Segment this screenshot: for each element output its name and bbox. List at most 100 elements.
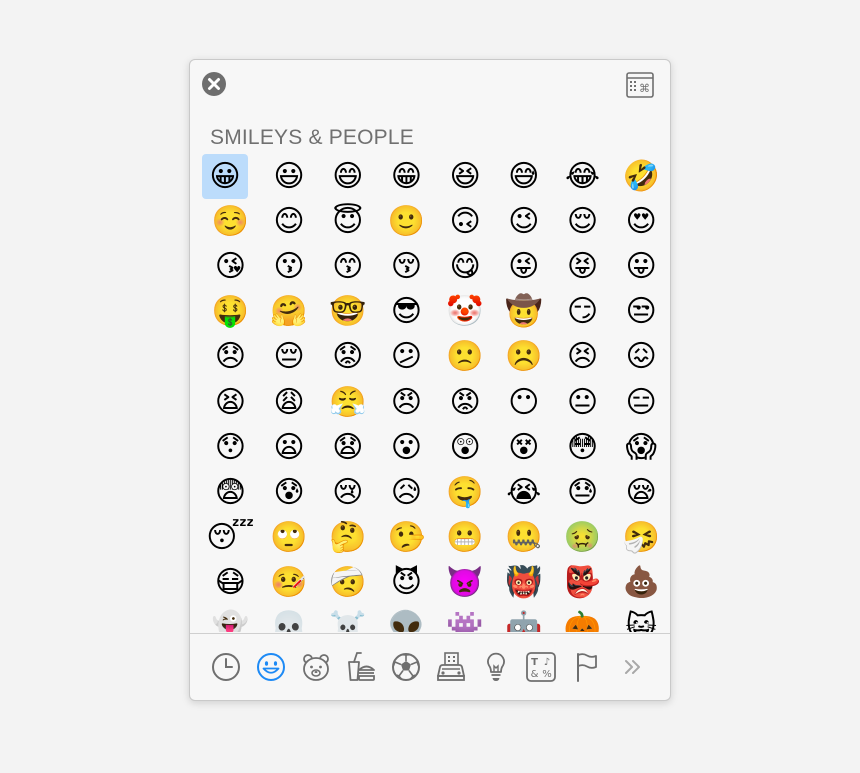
emoji-cell[interactable]: 🤢 (553, 516, 612, 561)
emoji-cell[interactable]: 🤒 (260, 561, 319, 606)
emoji-cell[interactable]: 😎 (377, 290, 436, 335)
emoji-cell[interactable]: 😟 (318, 335, 377, 380)
emoji-cell[interactable]: 😚 (377, 244, 436, 289)
emoji-cell[interactable]: 😨 (201, 470, 260, 515)
emoji-cell[interactable]: 🤣 (612, 154, 670, 199)
emoji-cell[interactable]: 😊 (260, 199, 319, 244)
emoji-cell[interactable]: 😕 (377, 335, 436, 380)
tab-travel-places[interactable] (434, 650, 468, 684)
emoji-cell[interactable]: 😵 (494, 425, 553, 470)
emoji-cell[interactable]: 😃 (260, 154, 319, 199)
emoji-cell[interactable]: ☺️ (201, 199, 260, 244)
emoji-cell[interactable]: 👹 (494, 561, 553, 606)
emoji-cell[interactable]: 👺 (553, 561, 612, 606)
emoji-cell[interactable]: 😏 (553, 290, 612, 335)
emoji-cell[interactable]: 🤔 (318, 516, 377, 561)
emoji-cell[interactable]: 😱 (612, 425, 670, 470)
emoji-cell[interactable]: 😗 (260, 244, 319, 289)
emoji-cell[interactable]: 😁 (377, 154, 436, 199)
emoji-cell[interactable]: 😙 (318, 244, 377, 289)
emoji-cell[interactable]: 😀 (202, 154, 248, 200)
character-viewer-button[interactable]: ⌘ (626, 72, 654, 98)
emoji-cell[interactable]: 👻 (201, 606, 260, 632)
emoji-cell[interactable]: 🎃 (553, 606, 612, 632)
tab-food-drink[interactable] (344, 650, 378, 684)
emoji-cell[interactable]: 😔 (260, 335, 319, 380)
emoji-cell[interactable]: 😭 (494, 470, 553, 515)
emoji-cell[interactable]: 😣 (553, 335, 612, 380)
emoji-cell[interactable]: 😂 (553, 154, 612, 199)
emoji-cell[interactable]: 😷 (201, 561, 260, 606)
emoji-cell[interactable]: 😳 (553, 425, 612, 470)
emoji-cell[interactable]: 😘 (201, 244, 260, 289)
emoji-cell[interactable]: 🙂 (377, 199, 436, 244)
emoji-cell[interactable]: 😶 (494, 380, 553, 425)
emoji-cell[interactable]: 🤧 (612, 516, 670, 561)
emoji-cell[interactable]: 💀 (260, 606, 319, 632)
close-button[interactable] (202, 72, 226, 96)
emoji-cell[interactable]: 💩 (612, 561, 670, 606)
tab-objects[interactable] (479, 650, 513, 684)
emoji-cell[interactable]: 😍 (612, 199, 670, 244)
emoji-cell[interactable]: 😢 (318, 470, 377, 515)
emoji-cell[interactable]: 🤖 (494, 606, 553, 632)
emoji-cell[interactable]: 😮 (377, 425, 436, 470)
emoji-cell[interactable]: 😴 (201, 516, 260, 561)
emoji-cell[interactable]: 😧 (318, 425, 377, 470)
emoji-cell[interactable]: 😯 (201, 425, 260, 470)
emoji-cell[interactable]: 😡 (436, 380, 495, 425)
emoji-cell[interactable]: 😉 (494, 199, 553, 244)
emoji-cell[interactable]: 😓 (553, 470, 612, 515)
emoji-cell[interactable]: 😝 (553, 244, 612, 289)
emoji-cell[interactable]: 😬 (436, 516, 495, 561)
emoji-cell[interactable]: 🤡 (436, 290, 495, 335)
emoji-cell[interactable]: 😥 (377, 470, 436, 515)
emoji-cell[interactable]: 😐 (553, 380, 612, 425)
emoji-cell[interactable]: 😑 (612, 380, 670, 425)
emoji-cell[interactable]: 😪 (612, 470, 670, 515)
emoji-cell[interactable]: 👿 (436, 561, 495, 606)
emoji-cell[interactable]: 😛 (612, 244, 670, 289)
emoji-cell[interactable]: 😌 (553, 199, 612, 244)
emoji-cell[interactable]: 😠 (377, 380, 436, 425)
emoji-cell[interactable]: ☠️ (318, 606, 377, 632)
emoji-cell[interactable]: 😞 (201, 335, 260, 380)
tab-flags[interactable] (569, 650, 603, 684)
emoji-cell[interactable]: 😩 (260, 380, 319, 425)
emoji-cell[interactable]: 😇 (318, 199, 377, 244)
tab-smileys[interactable] (254, 650, 288, 684)
emoji-cell[interactable]: 😄 (318, 154, 377, 199)
emoji-cell[interactable]: 😰 (260, 470, 319, 515)
emoji-cell[interactable]: 😋 (436, 244, 495, 289)
emoji-cell[interactable]: 😅 (494, 154, 553, 199)
emoji-cell[interactable]: 🤐 (494, 516, 553, 561)
emoji-cell[interactable]: 👽 (377, 606, 436, 632)
tab-animals-nature[interactable] (299, 650, 333, 684)
emoji-cell[interactable]: 🤗 (260, 290, 319, 335)
emoji-cell[interactable]: 🤤 (436, 470, 495, 515)
tab-symbols[interactable]: T ♪ & % (524, 650, 558, 684)
emoji-cell[interactable]: 😲 (436, 425, 495, 470)
emoji-cell[interactable]: 😆 (436, 154, 495, 199)
tab-activity[interactable] (389, 650, 423, 684)
more-categories-button[interactable] (616, 650, 650, 684)
emoji-cell[interactable]: 😤 (318, 380, 377, 425)
emoji-cell[interactable]: 😈 (377, 561, 436, 606)
emoji-cell[interactable]: 🙁 (436, 335, 495, 380)
emoji-cell[interactable]: 😦 (260, 425, 319, 470)
emoji-cell[interactable]: 😫 (201, 380, 260, 425)
emoji-cell[interactable]: 😒 (612, 290, 670, 335)
emoji-cell[interactable]: 😜 (494, 244, 553, 289)
emoji-cell[interactable]: 🙃 (436, 199, 495, 244)
emoji-cell[interactable]: 🤠 (494, 290, 553, 335)
emoji-cell[interactable]: ☹️ (494, 335, 553, 380)
emoji-cell[interactable]: 👾 (436, 606, 495, 632)
emoji-cell[interactable]: 🤕 (318, 561, 377, 606)
emoji-grid-scroll-area[interactable]: 😀 😃 😄 😁 😆 😅 😂 🤣 ☺️ 😊 😇 🙂 🙃 😉 😌 😍 😘 😗 😙 😚 😋 😜 😝 😛 🤑 🤗 🤓 😎 🤡 🤠 😏 😒 😞 😔 😟 😕 🙁 ☹️… (190, 154, 670, 632)
emoji-cell[interactable]: 🤓 (318, 290, 377, 335)
emoji-cell[interactable]: 🤑 (201, 290, 260, 335)
emoji-cell[interactable]: 🤥 (377, 516, 436, 561)
tab-recent[interactable] (209, 650, 243, 684)
emoji-cell[interactable]: 😖 (612, 335, 670, 380)
emoji-cell[interactable]: 🙄 (260, 516, 319, 561)
